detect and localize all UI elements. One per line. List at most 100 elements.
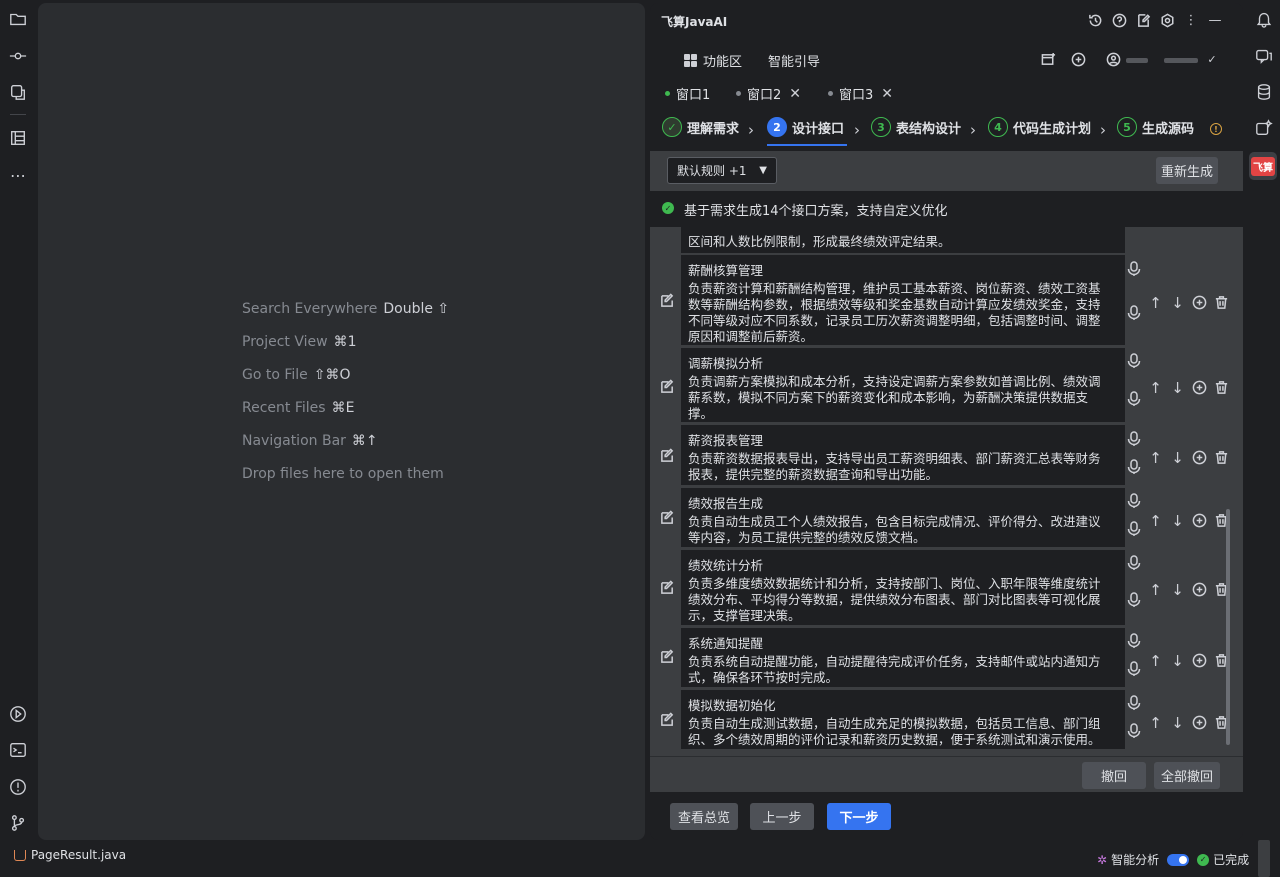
undo-bar: 撤回 全部撤回 [650, 756, 1243, 792]
smart-analysis-toggle[interactable] [1167, 853, 1190, 866]
add-circle-icon[interactable] [1191, 512, 1208, 529]
more-options-icon[interactable]: ⋮ [1183, 12, 1199, 28]
move-down-icon[interactable]: ↓ [1169, 581, 1186, 599]
ai-assistant-icon[interactable] [1254, 118, 1274, 138]
microphone-icon[interactable] [1127, 261, 1141, 277]
microphone-icon[interactable] [1127, 723, 1141, 739]
undo-all-button[interactable]: 全部撤回 [1154, 762, 1220, 789]
microphone-icon[interactable] [1127, 592, 1141, 608]
move-up-icon[interactable]: ↑ [1147, 714, 1164, 732]
guide-nav[interactable]: 智能引导 [768, 51, 820, 70]
move-up-icon[interactable]: ↑ [1147, 512, 1164, 530]
move-down-icon[interactable]: ↓ [1169, 714, 1186, 732]
list-scrollbar[interactable] [1226, 509, 1230, 745]
close-icon[interactable]: ✕ [881, 86, 893, 102]
move-down-icon[interactable]: ↓ [1169, 512, 1186, 530]
move-up-icon[interactable]: ↑ [1147, 652, 1164, 670]
microphone-icon[interactable] [1127, 353, 1141, 369]
feisuan-plugin-icon[interactable]: 飞算 [1249, 152, 1277, 180]
commit-icon[interactable] [8, 46, 28, 66]
step-codegen-plan[interactable]: 4 代码生成计划 [988, 117, 1091, 137]
interface-title: 薪资报表管理 [688, 433, 764, 448]
microphone-icon[interactable] [1127, 633, 1141, 649]
trash-icon[interactable] [1213, 379, 1230, 396]
tab-window-2[interactable]: 窗口2 ✕ [736, 84, 801, 103]
edit-icon[interactable] [660, 293, 676, 309]
notifications-icon[interactable] [1254, 9, 1274, 29]
interface-title: 系统通知提醒 [688, 636, 764, 651]
user-icon[interactable] [1105, 51, 1121, 67]
panel-nav: 功能区 智能引导 ✓ [650, 47, 1243, 73]
add-circle-icon[interactable] [1191, 581, 1208, 598]
edit-icon[interactable] [660, 510, 676, 526]
minimize-icon[interactable]: — [1207, 12, 1223, 28]
move-down-icon[interactable]: ↓ [1169, 449, 1186, 467]
new-window-icon[interactable] [1040, 51, 1056, 67]
add-circle-icon[interactable] [1191, 714, 1208, 731]
editor-area[interactable]: Search Everywhere Double ⇧ Project View ⌘1… [38, 3, 645, 840]
tab-window-1[interactable]: 窗口1 [665, 84, 710, 103]
help-icon[interactable] [1111, 12, 1127, 28]
microphone-icon[interactable] [1127, 521, 1141, 537]
run-icon[interactable] [8, 704, 28, 724]
step-understand-requirements[interactable]: ✓ 理解需求 [662, 117, 739, 137]
microphone-icon[interactable] [1127, 305, 1141, 321]
git-icon[interactable] [8, 813, 28, 833]
folder-icon[interactable] [8, 9, 28, 29]
view-overview-button[interactable]: 查看总览 [670, 803, 738, 830]
move-up-icon[interactable]: ↑ [1147, 294, 1164, 312]
add-icon[interactable] [1070, 51, 1086, 67]
move-up-icon[interactable]: ↑ [1147, 449, 1164, 467]
edit-icon[interactable] [660, 379, 676, 395]
undo-button[interactable]: 撤回 [1082, 762, 1146, 789]
add-circle-icon[interactable] [1191, 379, 1208, 396]
terminal-icon[interactable] [8, 740, 28, 760]
pull-requests-icon[interactable] [8, 82, 28, 102]
edit-note-icon[interactable] [1135, 12, 1151, 28]
trash-icon[interactable] [1213, 449, 1230, 466]
window-resize-handle[interactable] [1258, 840, 1270, 877]
microphone-icon[interactable] [1127, 459, 1141, 475]
microphone-icon[interactable] [1127, 391, 1141, 407]
settings-icon[interactable] [1159, 12, 1175, 28]
microphone-icon[interactable] [1127, 661, 1141, 677]
close-icon[interactable]: ✕ [789, 86, 801, 102]
edit-icon[interactable] [660, 448, 676, 464]
move-up-icon[interactable]: ↑ [1147, 379, 1164, 397]
trash-icon[interactable] [1213, 294, 1230, 311]
regenerate-button[interactable]: 重新生成 [1156, 157, 1218, 184]
step-design-interface[interactable]: 2 设计接口 [767, 117, 844, 137]
microphone-icon[interactable] [1127, 493, 1141, 509]
account-dropdown-icon[interactable]: ✓ [1204, 51, 1220, 67]
add-circle-icon[interactable] [1191, 294, 1208, 311]
previous-step-button[interactable]: 上一步 [750, 803, 814, 830]
current-file[interactable]: PageResult.java [14, 848, 126, 862]
edit-icon[interactable] [660, 712, 676, 728]
tab-window-3[interactable]: 窗口3 ✕ [828, 84, 893, 103]
move-down-icon[interactable]: ↓ [1169, 379, 1186, 397]
move-down-icon[interactable]: ↓ [1169, 294, 1186, 312]
add-circle-icon[interactable] [1191, 652, 1208, 669]
microphone-icon[interactable] [1127, 695, 1141, 711]
microphone-icon[interactable] [1127, 431, 1141, 447]
move-down-icon[interactable]: ↓ [1169, 652, 1186, 670]
history-icon[interactable] [1087, 12, 1103, 28]
smart-analysis-icon: ✲ [1097, 852, 1108, 867]
features-nav[interactable]: 功能区 [684, 51, 742, 70]
step-table-design[interactable]: 3 表结构设计 [871, 117, 961, 137]
info-icon[interactable]: ! [1210, 123, 1222, 135]
next-step-button[interactable]: 下一步 [827, 803, 891, 830]
problems-icon[interactable] [8, 777, 28, 797]
step-generate-source[interactable]: 5 生成源码 [1117, 117, 1194, 137]
edit-icon[interactable] [660, 649, 676, 665]
rules-dropdown[interactable]: 默认规则 +1 ▼ [667, 157, 777, 184]
structure-icon[interactable] [8, 128, 28, 148]
move-up-icon[interactable]: ↑ [1147, 581, 1164, 599]
more-tools-icon[interactable]: ⋯ [8, 165, 28, 185]
microphone-icon[interactable] [1127, 555, 1141, 571]
add-circle-icon[interactable] [1191, 449, 1208, 466]
edit-icon[interactable] [660, 580, 676, 596]
database-icon[interactable] [1254, 82, 1274, 102]
interface-list[interactable]: 区间和人数比例限制，形成最终绩效评定结果。 薪酬核算管理 负责薪资计算和薪酬结构… [650, 227, 1243, 756]
ai-chat-icon[interactable] [1254, 46, 1274, 66]
